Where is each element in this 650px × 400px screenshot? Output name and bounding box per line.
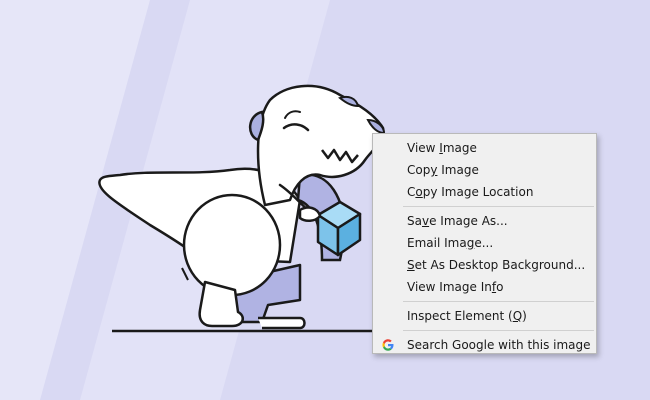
menu-item-copy-image[interactable]: Copy Image xyxy=(373,159,596,181)
menu-item-inspect-element[interactable]: Inspect Element (Q) xyxy=(373,305,596,327)
context-menu: View Image Copy Image Copy Image Locatio… xyxy=(372,133,597,354)
menu-item-copy-image-location[interactable]: Copy Image Location xyxy=(373,181,596,203)
menu-separator xyxy=(403,301,594,302)
menu-item-view-image-info[interactable]: View Image Info xyxy=(373,276,596,298)
menu-separator xyxy=(403,330,594,331)
menu-item-set-desktop-background[interactable]: Set As Desktop Background... xyxy=(373,254,596,276)
menu-item-search-google-image[interactable]: Search Google with this image xyxy=(373,334,596,356)
menu-item-email-image[interactable]: Email Image... xyxy=(373,232,596,254)
menu-separator xyxy=(403,206,594,207)
google-icon xyxy=(382,339,394,351)
menu-item-view-image[interactable]: View Image xyxy=(373,137,596,159)
menu-item-save-image-as[interactable]: Save Image As... xyxy=(373,210,596,232)
